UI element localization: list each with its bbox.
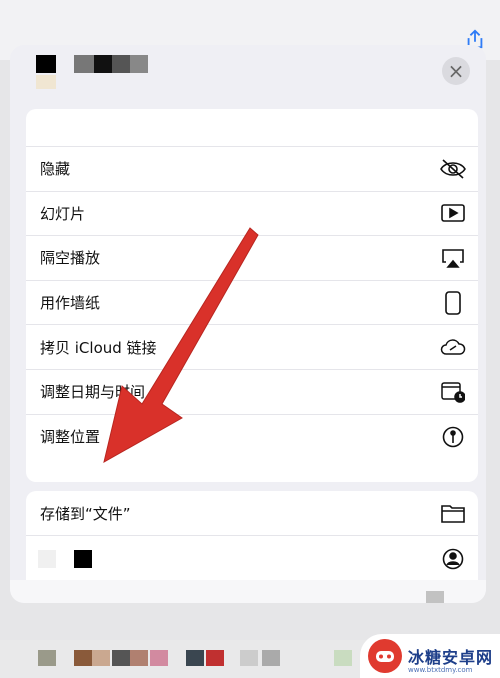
blur-pixel <box>334 650 352 666</box>
blur-pixel <box>206 650 224 666</box>
watermark-text: 冰糖安卓网 <box>408 648 494 667</box>
share-sheet: × 隐藏 幻灯片 隔空播放 用作墙纸 拷贝 iCloud 链接 调整日期与时间 … <box>10 45 486 603</box>
airplay-icon <box>440 245 466 271</box>
header-title-blur <box>94 55 112 73</box>
blur-pixel <box>38 650 56 666</box>
action-label: 用作墙纸 <box>40 294 101 313</box>
action-blurred[interactable] <box>26 536 478 581</box>
blur-pixel <box>112 650 130 666</box>
blur-pixel <box>240 650 258 666</box>
blur-pixel <box>74 650 92 666</box>
action-label: 隔空播放 <box>40 249 101 268</box>
eye-slash-icon <box>440 156 466 182</box>
sheet-header: × <box>10 45 486 105</box>
blur-pixel <box>186 650 204 666</box>
header-thumbnail-2 <box>36 75 56 89</box>
header-thumbnail <box>36 55 56 73</box>
actions-group: 隐藏 幻灯片 隔空播放 用作墙纸 拷贝 iCloud 链接 调整日期与时间 调整… <box>26 109 478 482</box>
action-adjust-date-time[interactable]: 调整日期与时间 <box>26 370 478 415</box>
location-pin-icon <box>440 424 466 450</box>
action-label: 调整日期与时间 <box>40 383 146 402</box>
play-icon <box>440 200 466 226</box>
list-item-partial <box>26 109 478 147</box>
header-title-blur <box>74 55 94 73</box>
watermark-logo <box>368 639 402 673</box>
person-circle-icon <box>440 546 466 572</box>
blurred-row <box>10 580 486 603</box>
blur-pixel <box>150 650 168 666</box>
blur-pixel <box>130 650 148 666</box>
action-label: 存储到“文件” <box>40 504 131 523</box>
blur-pixel <box>262 650 280 666</box>
action-slideshow[interactable]: 幻灯片 <box>26 192 478 237</box>
watermark-url: www.btxtdmy.com <box>408 666 473 674</box>
header-title-blur <box>112 55 130 73</box>
action-hide[interactable]: 隐藏 <box>26 147 478 192</box>
calendar-clock-icon <box>440 379 466 405</box>
header-title-blur <box>130 55 148 73</box>
blurred-label <box>74 549 92 568</box>
close-icon: × <box>447 59 465 83</box>
action-wallpaper[interactable]: 用作墙纸 <box>26 281 478 326</box>
action-copy-icloud-link[interactable]: 拷贝 iCloud 链接 <box>26 325 478 370</box>
action-airplay[interactable]: 隔空播放 <box>26 236 478 281</box>
action-label: 调整位置 <box>40 428 101 447</box>
watermark: 冰糖安卓网 www.btxtdmy.com <box>360 634 500 678</box>
blurred-label <box>38 549 56 568</box>
action-adjust-location[interactable]: 调整位置 <box>26 415 478 460</box>
folder-icon <box>440 500 466 526</box>
close-button[interactable]: × <box>442 57 470 85</box>
phone-icon <box>440 290 466 316</box>
action-label: 拷贝 iCloud 链接 <box>40 338 157 357</box>
action-label: 幻灯片 <box>40 204 86 223</box>
blurred-square <box>426 591 444 603</box>
action-save-to-files[interactable]: 存储到“文件” <box>26 491 478 536</box>
action-label: 隐藏 <box>40 160 71 179</box>
partial-icon <box>440 115 466 141</box>
blur-pixel <box>92 650 110 666</box>
cloud-link-icon <box>440 334 466 360</box>
